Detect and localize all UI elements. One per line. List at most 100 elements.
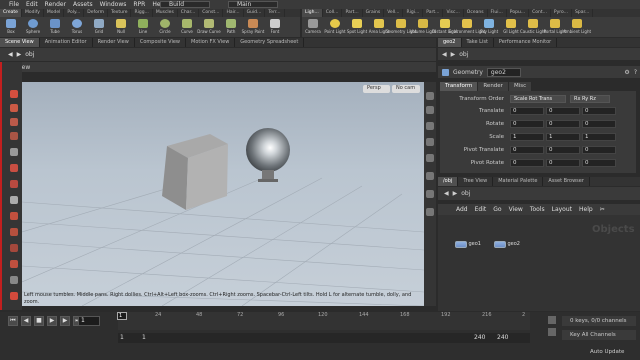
rotation-order-select[interactable]: Rx Ry Rz [570,95,610,103]
shelf-tab[interactable]: Modify [22,9,44,17]
shelf-tab[interactable]: Terr... [265,9,285,17]
move-tool-icon[interactable] [10,104,18,112]
render-region-icon[interactable] [10,292,18,300]
shelf-tab[interactable]: Part... [342,9,363,17]
geometry-light-tool[interactable]: Geometry Light [385,17,417,37]
tab-obj[interactable]: /obj [438,177,459,186]
snap-icon[interactable] [10,196,18,204]
translate-x-field[interactable]: 0 [510,107,544,115]
tab-geometry-spreadsheet[interactable]: Geometry Spreadsheet [235,38,305,47]
shelf-tab[interactable]: Flui... [488,9,507,17]
display-icon[interactable] [426,208,434,216]
shelf-tab[interactable]: Pyro... [551,9,572,17]
shelf-tab[interactable]: Grains [363,9,385,17]
tab-transform[interactable]: Transform [440,82,479,91]
back-arrow-icon[interactable]: ◀ [442,51,447,58]
translate-y-field[interactable]: 0 [546,107,580,115]
box-tool[interactable]: Box [0,17,22,37]
translate-z-field[interactable]: 0 [582,107,616,115]
shelf-tab[interactable]: Cont... [529,9,551,17]
distant-light-tool[interactable]: Distant Light [432,17,458,37]
menu-view[interactable]: View [509,206,523,213]
key-icon[interactable] [548,316,556,324]
environment-light-tool[interactable]: Environment Light [449,17,485,37]
menu-layout[interactable]: Layout [552,206,572,213]
point-light-tool[interactable]: Point Light [324,17,346,37]
portal-light-tool[interactable]: Portal Light [544,17,566,37]
paint-tool-icon[interactable] [10,228,18,236]
frame-range-bar[interactable] [118,333,530,343]
param-path[interactable]: obj [459,51,468,58]
tab-animation-editor[interactable]: Animation Editor [40,38,93,47]
shelf-tab[interactable]: Part... [423,9,444,17]
camera-tool[interactable]: Camera [302,17,324,37]
pivot-translate-z-field[interactable]: 0 [582,146,616,154]
rotate-z-field[interactable]: 0 [582,120,616,128]
path-obj[interactable]: obj [25,51,34,58]
menu-help[interactable]: Help [579,206,593,213]
scale-x-field[interactable]: 1 [510,133,544,141]
menu-file[interactable]: File [9,1,19,8]
ghost-icon[interactable] [426,138,434,146]
pivot-translate-y-field[interactable]: 0 [546,146,580,154]
menu-add[interactable]: Add [456,206,468,213]
current-frame-marker[interactable]: 1 [117,312,127,320]
tab-tree-view[interactable]: Tree View [458,177,494,186]
frame-all-icon[interactable] [426,106,434,114]
shelf-tab[interactable]: Const... [199,9,224,17]
jump-start-icon[interactable]: ⏮ [8,316,18,326]
line-tool[interactable]: Line [132,17,154,37]
transform-order-select[interactable]: Scale Rot Trans [510,95,566,103]
node-name-field[interactable]: geo2 [486,67,521,77]
back-arrow-icon[interactable]: ◀ [444,190,449,197]
spot-light-tool[interactable]: Spot Light [346,17,368,37]
handle-tool-icon[interactable] [10,148,18,156]
scale-tool-icon[interactable] [10,132,18,140]
frame-field[interactable]: 1 [78,316,100,326]
pivot-rotate-x-field[interactable]: 0 [510,159,544,167]
menu-render[interactable]: Render [45,1,66,8]
shading-icon[interactable] [426,122,434,130]
shelf-tab[interactable]: Muscles [153,9,178,17]
forward-arrow-icon[interactable]: ▶ [17,51,22,58]
tab-material-palette[interactable]: Material Palette [493,177,544,186]
grid-toggle-icon[interactable] [426,190,434,198]
scene-viewport[interactable] [22,82,424,306]
scale-y-field[interactable]: 1 [546,133,580,141]
shelf-tab[interactable]: Coll... [323,9,343,17]
rotate-x-field[interactable]: 0 [510,120,544,128]
brush-tool-icon[interactable] [10,244,18,252]
home-view-icon[interactable] [426,92,434,100]
shelf-tab[interactable]: Spar... [572,9,594,17]
step-back-icon[interactable]: ◀ [21,316,31,326]
rotate-tool-icon[interactable] [10,118,18,126]
spray-paint-tool[interactable]: Spray Paint [242,17,264,37]
shelf-tab[interactable]: Popu... [507,9,530,17]
null-tool[interactable]: Null [110,17,132,37]
shelf-tab[interactable]: Visc... [443,9,464,17]
gear-icon[interactable]: ⚙ [624,69,629,76]
key-channel-icon[interactable] [548,328,556,336]
circle-tool[interactable]: Circle [154,17,176,37]
tab-render-view[interactable]: Render View [93,38,135,47]
sphere-tool[interactable]: Sphere [22,17,44,37]
font-tool[interactable]: Font [264,17,286,37]
end-frame-field[interactable]: 240 [497,333,517,343]
shelf-tab[interactable]: Poly... [64,9,85,17]
wireframe-icon[interactable] [426,154,434,162]
grid-tool[interactable]: Grid [88,17,110,37]
light-tool-icon[interactable] [10,260,18,268]
shelf-tab[interactable]: Rigi... [403,9,424,17]
menu-assets[interactable]: Assets [73,1,93,8]
desktop-select[interactable]: Build [160,1,210,8]
menu-windows[interactable]: Windows [100,1,127,8]
tab-geo2[interactable]: geo2 [438,38,462,47]
playback-start-field[interactable]: 1 [140,333,160,343]
shelf-tab[interactable]: Ligh... [302,9,323,17]
pivot-translate-x-field[interactable]: 0 [510,146,544,154]
sky-light-tool[interactable]: Sky Light [478,17,500,37]
bone-tool-icon[interactable] [10,212,18,220]
tab-composite-view[interactable]: Composite View [135,38,186,47]
view-tool-icon[interactable] [10,180,18,188]
pivot-rotate-y-field[interactable]: 0 [546,159,580,167]
